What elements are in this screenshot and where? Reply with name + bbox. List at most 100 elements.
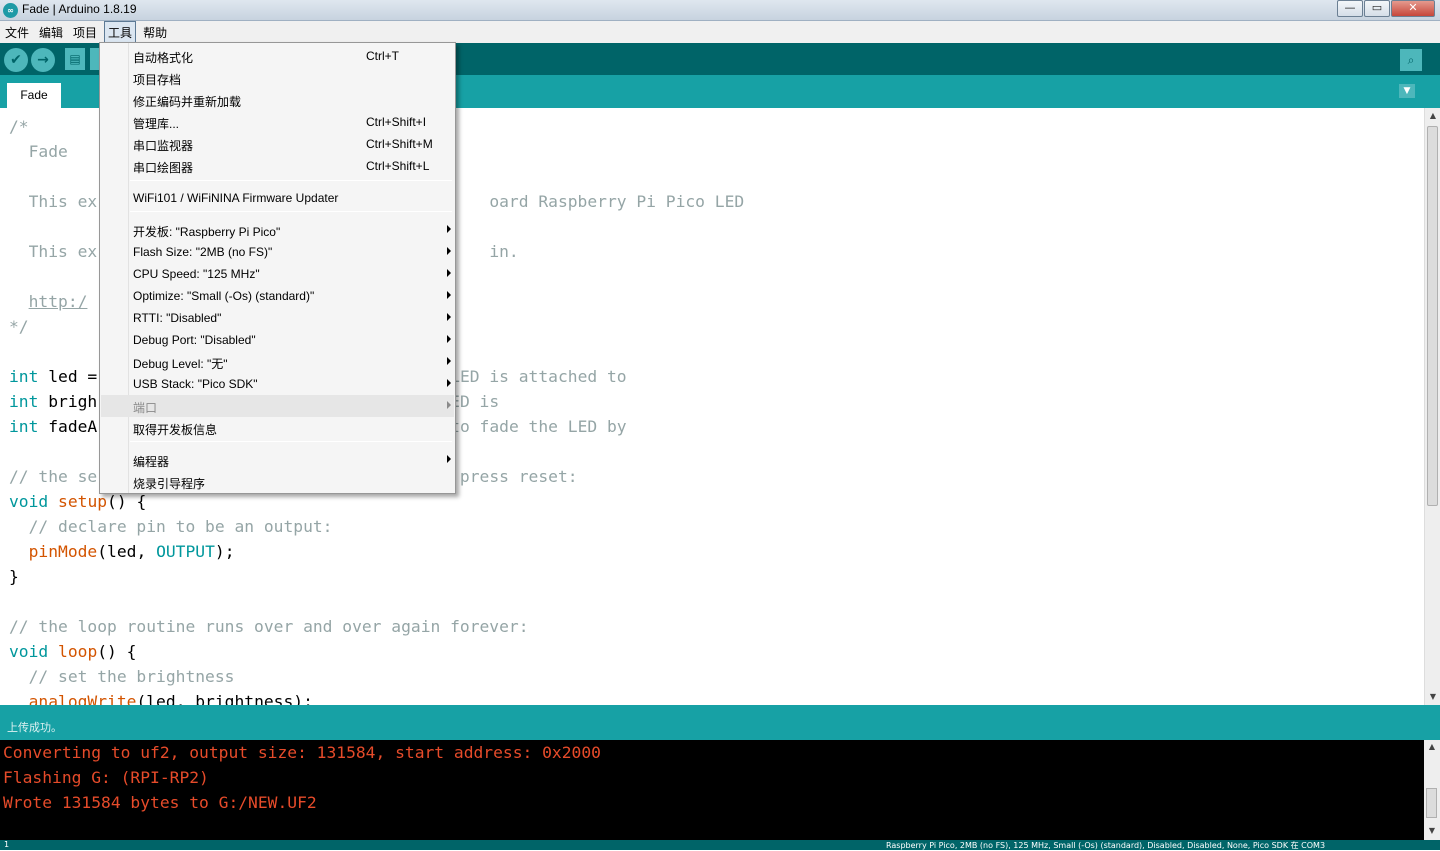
code-token: brigh	[38, 392, 98, 411]
footer-bar: 1 Raspberry Pi Pico, 2MB (no FS), 125 MH…	[0, 840, 1440, 850]
verify-icon[interactable]: ✔	[4, 48, 28, 72]
menu-auto-format[interactable]: 自动格式化 Ctrl+T	[101, 45, 454, 67]
code-token: pinMode	[28, 542, 98, 561]
code-token: setup	[58, 492, 108, 511]
menu-item-label: Flash Size: "2MB (no FS)"	[133, 245, 273, 259]
code-line: pinMode(led, OUTPUT);	[9, 539, 744, 564]
title-bar: ∞ Fade | Arduino 1.8.19 — ▭ ✕	[0, 0, 1440, 21]
code-token: oard Raspberry Pi Pico LED	[489, 192, 745, 211]
close-button[interactable]: ✕	[1391, 0, 1435, 17]
code-token: int	[9, 367, 39, 386]
menu-item-label: Debug Port: "Disabled"	[133, 333, 256, 347]
new-sketch-icon[interactable]: ▤	[65, 48, 85, 70]
code-token: // the loop routine runs over and over a…	[9, 617, 529, 636]
console-line: Converting to uf2, output size: 131584, …	[3, 743, 601, 762]
code-token: );	[214, 542, 235, 561]
submenu-arrow-icon	[447, 335, 451, 343]
code-token[interactable]: http:/	[29, 292, 88, 311]
menu-file[interactable]: 文件	[2, 22, 32, 43]
menu-item-label: USB Stack: "Pico SDK"	[133, 377, 258, 391]
menu-item-label: 串口绘图器	[133, 161, 194, 175]
scrollbar-thumb[interactable]	[1427, 126, 1438, 506]
menu-item-label: 串口监视器	[133, 139, 194, 153]
menu-item-label: 管理库...	[133, 117, 180, 131]
menu-board[interactable]: 开发板: "Raspberry Pi Pico"	[101, 219, 454, 241]
menu-item-label: 编程器	[133, 455, 170, 469]
scroll-up-icon[interactable]: ▲	[1425, 108, 1440, 124]
code-token: void	[9, 642, 49, 661]
menu-item-label: 修正编码并重新加载	[133, 95, 242, 109]
menu-edit[interactable]: 编辑	[36, 22, 66, 43]
code-token: // set the brightness	[9, 667, 235, 686]
menu-archive-sketch[interactable]: 项目存档	[101, 67, 454, 89]
open-sketch-icon[interactable]	[90, 48, 99, 70]
menu-burn-bootloader[interactable]: 烧录引导程序	[101, 471, 454, 493]
code-token: (led, brightness);	[136, 692, 313, 705]
code-token: int	[9, 417, 39, 436]
menu-usb-stack[interactable]: USB Stack: "Pico SDK"	[101, 373, 454, 395]
submenu-arrow-icon	[447, 225, 451, 233]
upload-icon[interactable]: →	[31, 48, 55, 72]
console-scrollbar[interactable]: ▲ ▼	[1424, 740, 1440, 840]
tab-fade[interactable]: Fade	[7, 83, 61, 108]
menu-debug-level[interactable]: Debug Level: "无"	[101, 351, 454, 373]
minimize-button[interactable]: —	[1337, 0, 1363, 17]
code-token: int	[9, 392, 39, 411]
menu-separator	[130, 180, 452, 181]
code-token: */	[9, 317, 29, 336]
menu-serial-plotter[interactable]: 串口绘图器 Ctrl+Shift+L	[101, 155, 454, 177]
menu-sketch[interactable]: 项目	[70, 22, 100, 43]
code-token: /*	[9, 117, 29, 136]
code-token: }	[9, 567, 19, 586]
code-line: // set the brightness	[9, 664, 744, 689]
code-line: // the loop routine runs over and over a…	[9, 614, 744, 639]
submenu-arrow-icon	[447, 379, 451, 387]
menu-programmer[interactable]: 编程器	[101, 449, 454, 471]
menu-serial-monitor[interactable]: 串口监视器 Ctrl+Shift+M	[101, 133, 454, 155]
code-token: Fade	[9, 142, 68, 161]
menu-fix-encoding[interactable]: 修正编码并重新加载	[101, 89, 454, 111]
menu-manage-libraries[interactable]: 管理库... Ctrl+Shift+I	[101, 111, 454, 133]
scroll-up-icon[interactable]: ▲	[1424, 742, 1440, 756]
menu-separator	[130, 441, 452, 442]
window-title: Fade | Arduino 1.8.19	[22, 2, 137, 16]
code-token: // declare pin to be an output:	[9, 517, 333, 536]
code-token: This ex	[9, 192, 98, 211]
tools-menu: 自动格式化 Ctrl+T 项目存档修正编码并重新加载管理库... Ctrl+Shift…	[99, 42, 456, 494]
menu-item-label: Optimize: "Small (-Os) (standard)"	[133, 289, 315, 303]
menu-cpu-speed[interactable]: CPU Speed: "125 MHz"	[101, 263, 454, 285]
arduino-logo-icon: ∞	[3, 3, 18, 18]
scrollbar-thumb[interactable]	[1426, 788, 1437, 818]
serial-monitor-icon[interactable]: ⌕	[1400, 49, 1422, 71]
maximize-button[interactable]: ▭	[1364, 0, 1390, 17]
code-token: () {	[107, 492, 147, 511]
menu-rtti[interactable]: RTTI: "Disabled"	[101, 307, 454, 329]
menu-item-label: RTTI: "Disabled"	[133, 311, 222, 325]
menu-item-label: 开发板: "Raspberry Pi Pico"	[133, 225, 281, 239]
code-token: // the se	[9, 467, 98, 486]
menu-wifi-updater[interactable]: WiFi101 / WiFiNINA Firmware Updater	[101, 187, 454, 209]
menu-flash-size[interactable]: Flash Size: "2MB (no FS)"	[101, 241, 454, 263]
menu-help[interactable]: 帮助	[140, 22, 170, 43]
menu-bar: 文件 编辑 项目 工具 帮助	[0, 20, 1440, 44]
menu-optimize[interactable]: Optimize: "Small (-Os) (standard)"	[101, 285, 454, 307]
editor-scrollbar[interactable]: ▲ ▼	[1424, 108, 1440, 705]
scroll-down-icon[interactable]: ▼	[1424, 826, 1440, 840]
code-token: fadeA	[38, 417, 98, 436]
console-output[interactable]: Converting to uf2, output size: 131584, …	[0, 740, 1424, 840]
menu-debug-port[interactable]: Debug Port: "Disabled"	[101, 329, 454, 351]
menu-tools[interactable]: 工具	[104, 20, 137, 44]
submenu-arrow-icon	[447, 313, 451, 321]
tab-menu-icon[interactable]: ▼	[1399, 84, 1415, 98]
code-token: s to fade the LED by	[430, 417, 627, 436]
code-token: analogWrite	[28, 692, 137, 705]
submenu-arrow-icon	[447, 401, 451, 409]
scroll-down-icon[interactable]: ▼	[1425, 689, 1440, 705]
menu-board-info[interactable]: 取得开发板信息	[101, 417, 454, 439]
status-text: 上传成功。	[7, 721, 62, 734]
